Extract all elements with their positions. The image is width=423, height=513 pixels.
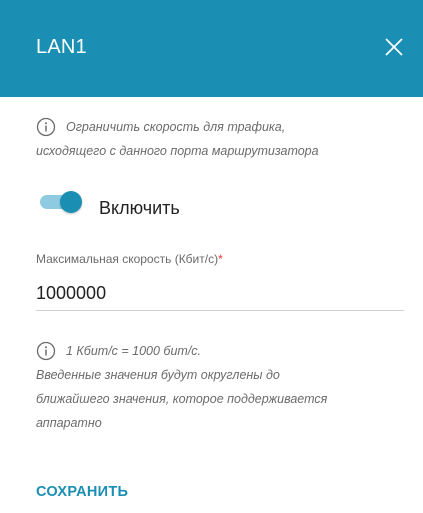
info-text-line: аппаратно (36, 416, 102, 430)
info-text-line: Введенные значения будут округлены до (36, 368, 280, 382)
panel-title: LAN1 (36, 36, 87, 58)
info-icon (36, 117, 56, 137)
panel-header: LAN1 (0, 0, 423, 97)
traffic-limit-info: Ограничить скорость для трафика, исходящ… (36, 115, 396, 163)
max-speed-label: Максимальная скорость (Кбит/с)* (36, 252, 223, 266)
rounding-info: 1 Кбит/с = 1000 бит/с. Введенные значени… (36, 339, 396, 435)
save-button[interactable]: СОХРАНИТЬ (36, 484, 128, 500)
info-text-line: Ограничить скорость для трафика, (66, 120, 286, 134)
info-text-line: исходящего с данного порта маршрутизатор… (36, 144, 319, 158)
info-icon (36, 341, 56, 361)
max-speed-label-text: Максимальная скорость (Кбит/с) (36, 252, 219, 266)
max-speed-input[interactable] (36, 276, 404, 311)
enable-toggle-label: Включить (99, 198, 180, 218)
enable-toggle[interactable] (40, 191, 82, 213)
toggle-knob (60, 191, 82, 213)
close-button[interactable] (383, 36, 405, 58)
info-text-line: 1 Кбит/с = 1000 бит/с. (66, 344, 202, 358)
info-text-line: ближайшего значения, которое поддерживае… (36, 392, 328, 406)
lan-settings-panel: LAN1 Ограничить скорость для трафика, ис… (0, 0, 423, 513)
required-mark: * (218, 252, 223, 266)
close-icon (385, 38, 403, 56)
